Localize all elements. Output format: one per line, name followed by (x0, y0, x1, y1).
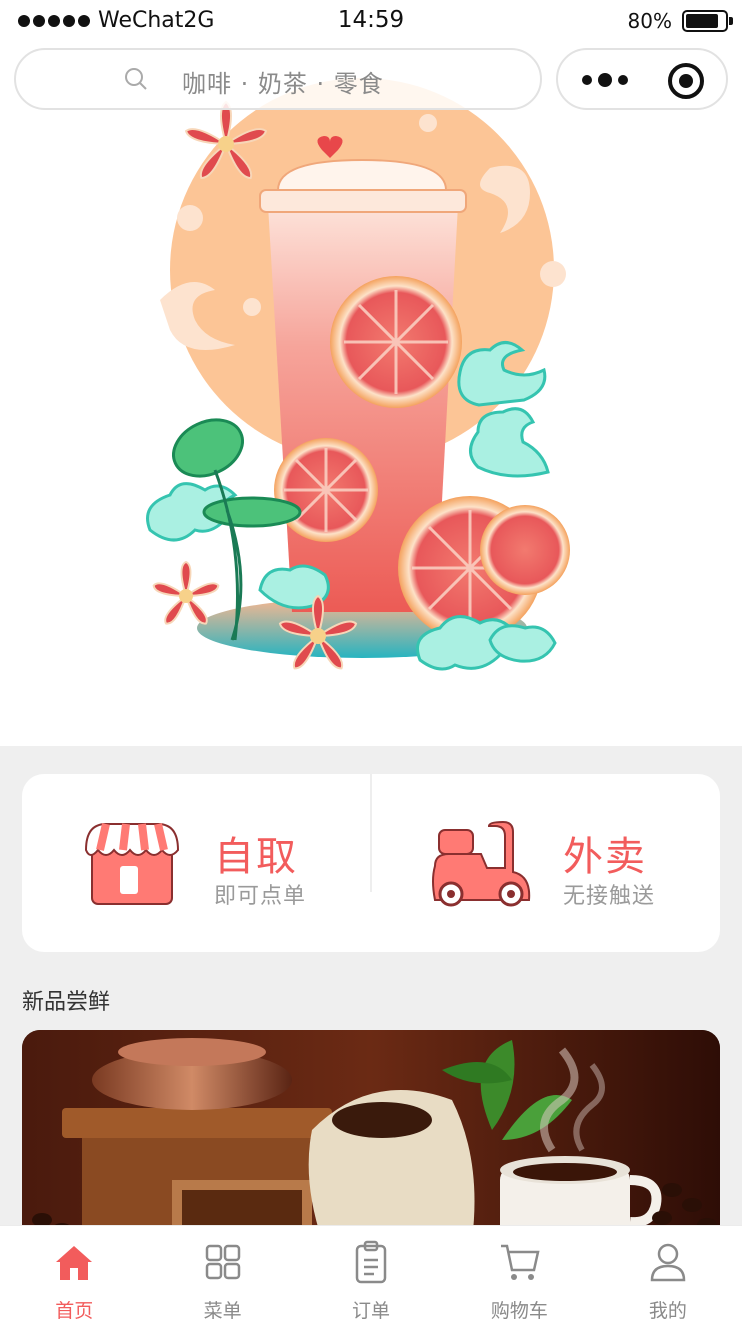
search-placeholder: 咖啡 · 奶茶 · 零食 (182, 70, 384, 98)
section-title: 新品尝鲜 (22, 990, 111, 1015)
tab-label: 首页 (55, 1300, 94, 1320)
battery-percent: 80% (627, 9, 672, 33)
tab-label: 订单 (352, 1300, 391, 1320)
tab-label: 购物车 (490, 1300, 548, 1320)
search-icon (125, 68, 147, 90)
target-icon[interactable] (668, 63, 704, 99)
grapefruit-tea-illustration (146, 78, 570, 671)
miniprogram-capsule (556, 48, 728, 110)
grid-icon (205, 1244, 240, 1280)
status-bar: WeChat2G 14:59 80% (0, 0, 742, 44)
delivery-title: 外卖 (563, 834, 647, 880)
clipboard-icon (355, 1240, 387, 1284)
tab-profile[interactable]: 我的 (594, 1226, 742, 1320)
search-bar[interactable]: 咖啡 · 奶茶 · 零食 (14, 48, 542, 110)
tab-home[interactable]: 首页 (0, 1226, 148, 1320)
scooter-icon (432, 820, 531, 907)
promo-banner[interactable] (22, 1030, 720, 1240)
tab-label: 我的 (648, 1300, 687, 1320)
order-mode-card: 自取 即可点单 外卖 无接触送 (22, 774, 720, 952)
pickup-title: 自取 (214, 834, 298, 880)
tab-bar: 首页 菜单 订单 购物车 我的 (0, 1225, 742, 1320)
tab-orders[interactable]: 订单 (297, 1226, 445, 1320)
pickup-option[interactable]: 自取 即可点单 (22, 774, 371, 952)
cart-icon (501, 1244, 540, 1280)
battery-icon (682, 10, 733, 32)
storefront-icon (84, 823, 180, 905)
pickup-subtitle: 即可点单 (214, 884, 307, 909)
more-dots-icon[interactable] (582, 73, 628, 87)
tab-menu[interactable]: 菜单 (148, 1226, 296, 1320)
delivery-option[interactable]: 外卖 无接触送 (371, 774, 720, 952)
battery-indicator: 80% (627, 9, 733, 33)
user-icon (650, 1243, 686, 1282)
tab-label: 菜单 (203, 1300, 242, 1320)
delivery-subtitle: 无接触送 (563, 884, 656, 909)
home-icon (56, 1246, 93, 1280)
coffee-grinder-banner (22, 1030, 720, 1240)
tab-cart[interactable]: 购物车 (445, 1226, 593, 1320)
hero-banner[interactable] (0, 44, 742, 746)
